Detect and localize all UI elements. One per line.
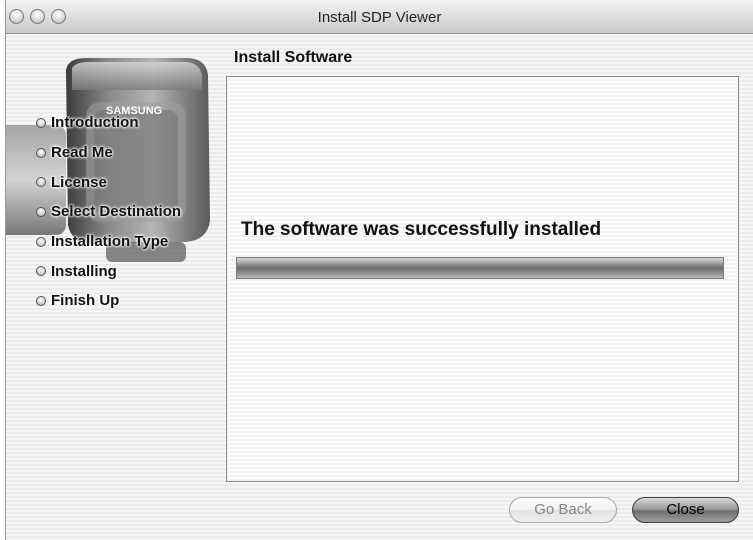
step-finish-up: Finish Up	[36, 286, 181, 316]
installer-steps: Introduction Read Me License Select Dest…	[36, 108, 181, 316]
step-license: License	[36, 167, 181, 197]
step-label: Select Destination	[51, 203, 182, 221]
install-status-text: The software was successfully installed	[241, 219, 602, 240]
step-label: Installing	[51, 262, 117, 280]
step-bullet-icon	[36, 117, 46, 128]
close-button[interactable]: Close	[632, 497, 739, 523]
step-label: Installation Type	[51, 233, 169, 251]
step-bullet-icon	[36, 177, 46, 188]
step-bullet-icon	[36, 147, 46, 158]
title-bar[interactable]: Install SDP Viewer	[6, 0, 753, 34]
step-introduction: Introduction	[36, 108, 181, 138]
step-bullet-icon	[36, 266, 46, 277]
progress-bar-fill	[237, 258, 723, 278]
window-title: Install SDP Viewer	[317, 9, 442, 26]
content-panel: The software was successfully installed	[226, 76, 739, 482]
step-label: Read Me	[51, 144, 113, 162]
installer-window: Install SDP Viewer SAMSUNG Introduction …	[5, 0, 753, 540]
progress-bar	[236, 257, 724, 279]
step-installing: Installing	[36, 256, 181, 286]
step-bullet-icon	[36, 236, 46, 247]
step-bullet-icon	[36, 295, 46, 306]
step-select-destination: Select Destination	[36, 197, 181, 227]
go-back-button[interactable]: Go Back	[509, 497, 617, 523]
step-label: Introduction	[51, 114, 139, 132]
step-label: Finish Up	[51, 292, 120, 310]
step-bullet-icon	[36, 206, 46, 217]
step-label: License	[51, 173, 107, 191]
section-title: Install Software	[234, 49, 353, 66]
step-installation-type: Installation Type	[36, 227, 181, 257]
step-read-me: Read Me	[36, 138, 181, 168]
